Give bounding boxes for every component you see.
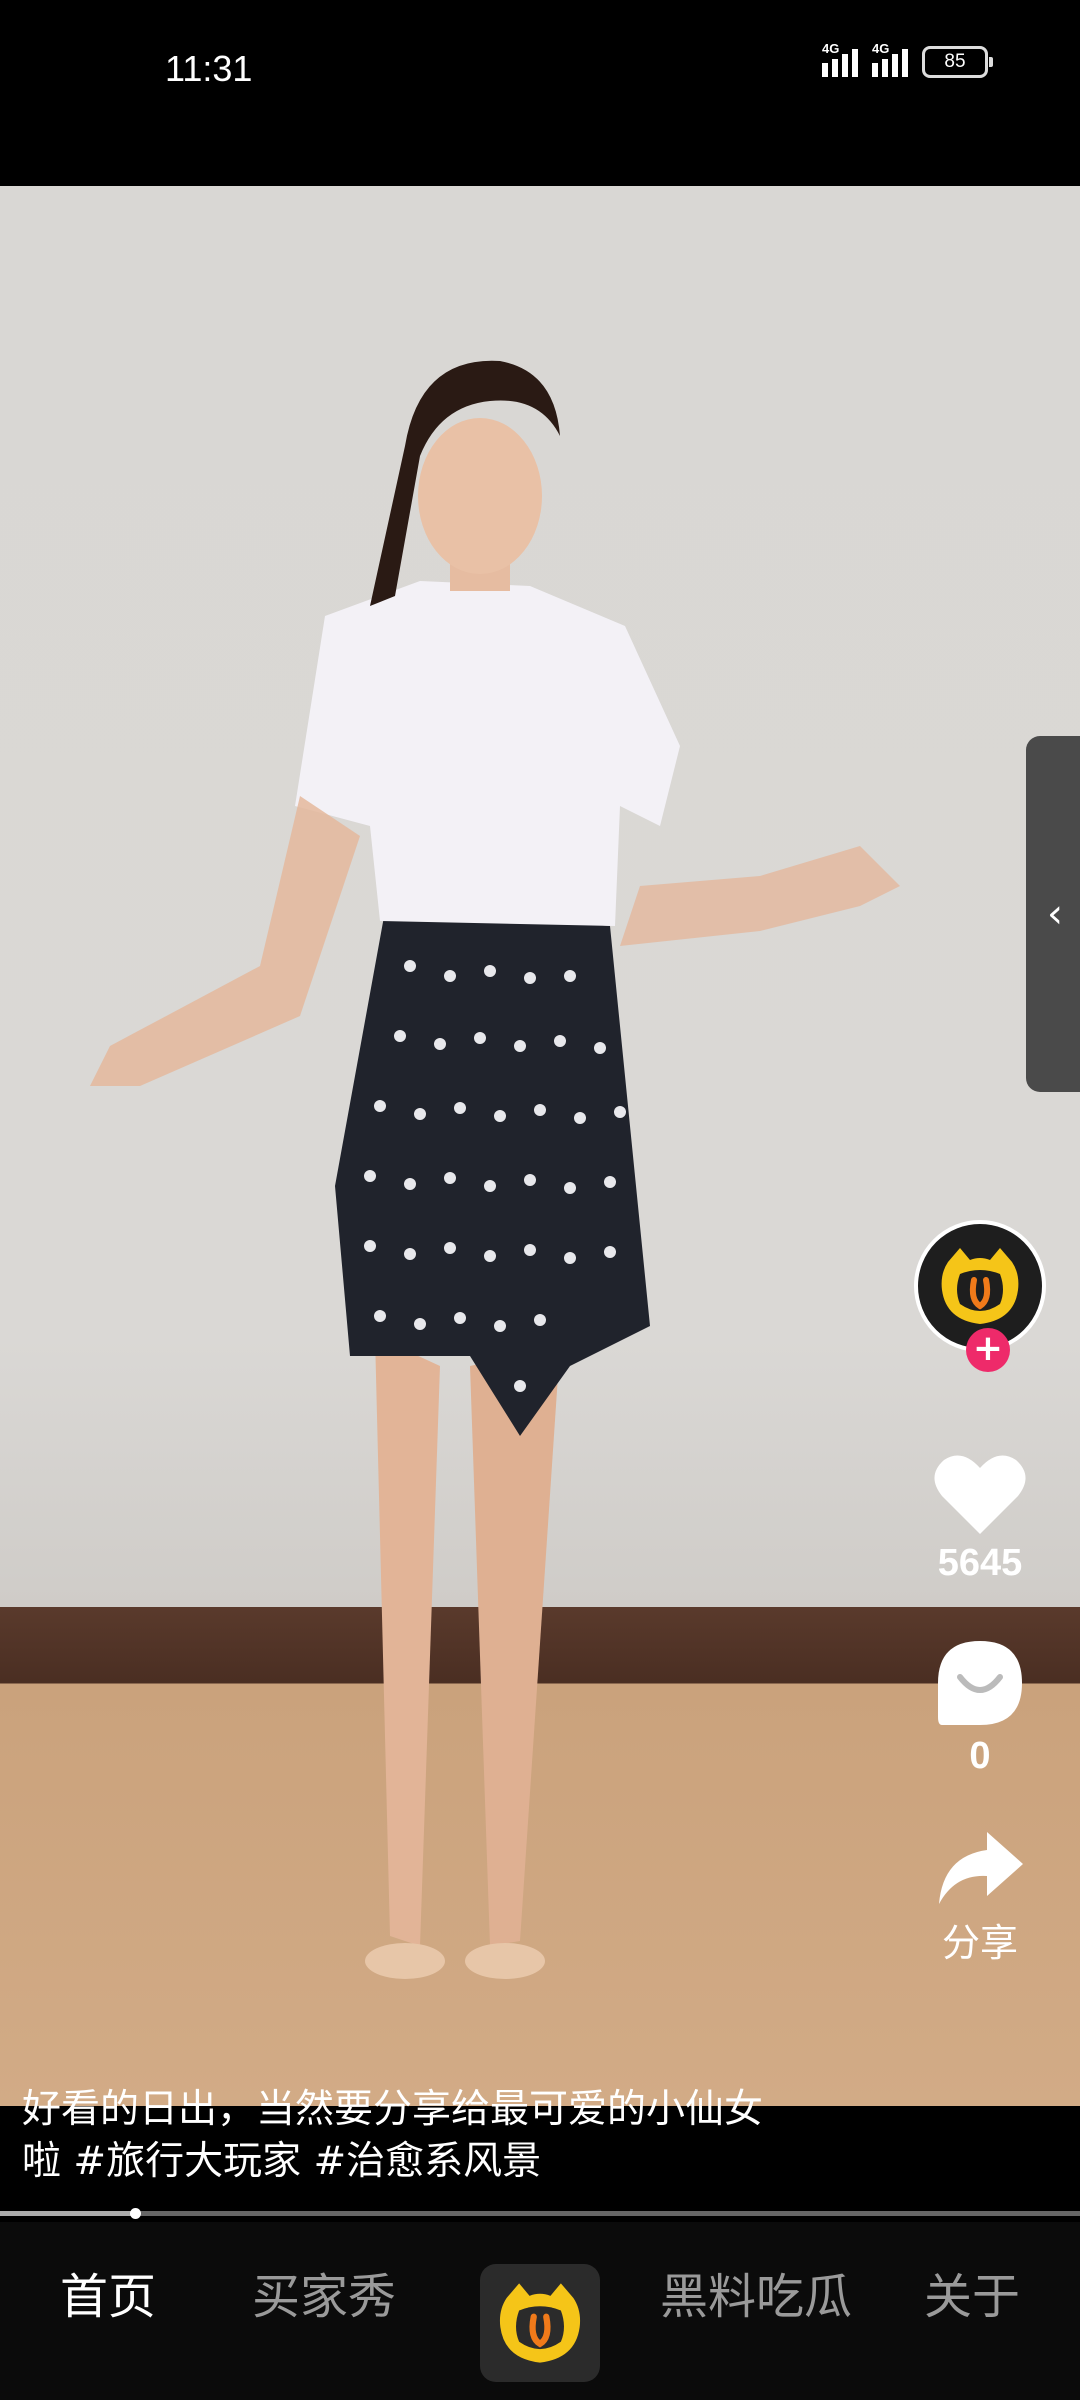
author-avatar[interactable]: + [914,1220,1046,1372]
status-icons: 4G 4G 85 [822,41,993,78]
follow-button[interactable]: + [966,1328,1010,1372]
status-bar: 11:31 4G 4G 85 [0,0,1080,186]
share-button[interactable]: 分享 [935,1830,1025,1967]
chevron-left-icon: ‹ [1047,891,1063,937]
action-rail: + 5645 0 分享 [900,1220,1060,1967]
cat-logo-icon [941,1248,1019,1324]
network-type-label-2: 4G [872,41,890,56]
like-count: 5645 [937,1542,1023,1584]
video-caption: 好看的日出，当然要分享给最可爱的小仙女 啦 #旅行大玩家 #治愈系风景 [22,2084,922,2188]
status-time: 11:31 [165,48,253,89]
nav-home[interactable]: 首页 [60,2222,156,2362]
signal-icon: 4G [822,41,858,77]
battery-icon: 85 [922,46,993,78]
cat-logo-icon [499,2283,581,2363]
nav-center-button[interactable] [480,2264,600,2382]
comment-icon [938,1641,1022,1725]
share-arrow-icon [939,1832,1023,1904]
progress-knob[interactable] [130,2208,141,2219]
progress-fill [0,2211,135,2216]
comment-count: 0 [969,1735,991,1777]
nav-gossip[interactable]: 黑料吃瓜 [660,2222,852,2362]
battery-level: 85 [944,51,966,72]
network-type-label: 4G [822,41,840,56]
nav-about[interactable]: 关于 [924,2222,1020,2362]
caption-line-2[interactable]: 啦 #旅行大玩家 #治愈系风景 [22,2136,922,2188]
heart-icon [934,1455,1026,1534]
nav-buyer-show[interactable]: 买家秀 [252,2222,396,2362]
bottom-nav: 首页 买家秀 黑料吃瓜 关于 [0,2222,1080,2400]
comment-button[interactable]: 0 [934,1637,1026,1778]
video-progress-bar[interactable] [0,2208,1080,2219]
signal-icon-2: 4G [872,41,908,77]
caption-line-1: 好看的日出，当然要分享给最可爱的小仙女 [22,2087,764,2132]
side-drawer-handle[interactable]: ‹ [1026,736,1080,1092]
like-button[interactable]: 5645 [932,1452,1028,1585]
share-label: 分享 [941,1921,1018,1965]
